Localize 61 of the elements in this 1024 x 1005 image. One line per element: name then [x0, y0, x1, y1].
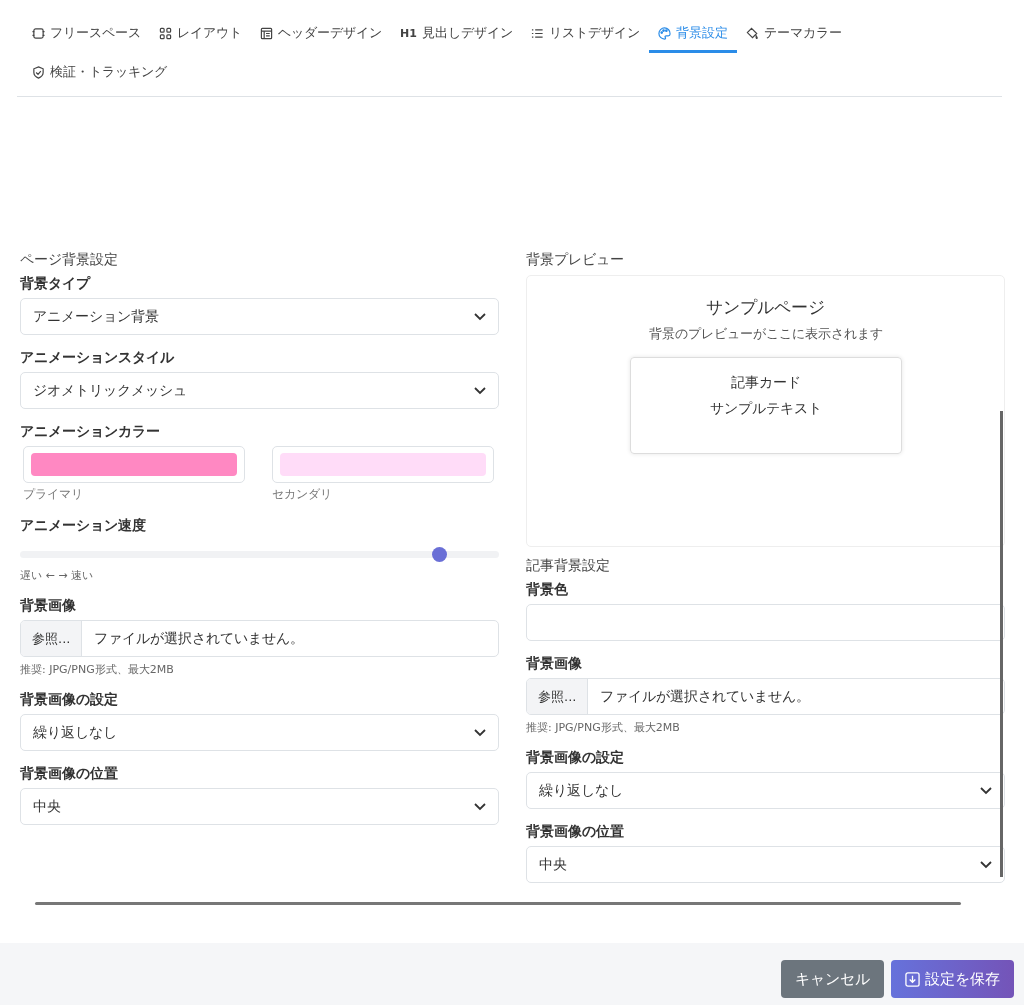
card-text: サンプルテキスト — [709, 400, 822, 418]
color-caption: プライマリ — [23, 486, 84, 503]
file-input[interactable]: 参照... ファイルが選択されていません。 — [20, 620, 499, 657]
file-hint: 推奨: JPG/PNG形式、最大2MB — [20, 662, 175, 677]
shield-check-icon — [32, 65, 45, 79]
paint-bucket-icon — [745, 26, 759, 40]
field-label: アニメーションカラー — [20, 423, 161, 441]
slider-thumb[interactable] — [432, 547, 448, 562]
card-title: 記事カード — [730, 374, 801, 392]
field-label: 背景タイプ — [20, 275, 92, 293]
color-picker[interactable] — [272, 446, 494, 483]
frame-icon — [32, 26, 45, 40]
cancel-button[interactable]: キャンセル — [781, 960, 884, 998]
tab[interactable]: 検証・トラッキング — [23, 57, 176, 92]
document-icon — [260, 26, 273, 40]
tab[interactable]: ヘッダーデザイン — [251, 18, 391, 53]
select-field[interactable]: 繰り返しなし — [20, 714, 499, 751]
field-label: 背景画像の位置 — [526, 823, 625, 841]
field-label: 背景色 — [526, 581, 569, 599]
input-field[interactable] — [526, 604, 1005, 641]
color-picker[interactable] — [23, 446, 245, 483]
chevron-down-icon — [474, 386, 486, 395]
grid-icon — [159, 26, 172, 40]
field-label: 背景画像の設定 — [20, 691, 119, 709]
chevron-down-icon — [980, 786, 992, 795]
chevron-down-icon — [474, 728, 486, 737]
tab[interactable]: 背景設定 — [648, 18, 737, 53]
tab[interactable]: テーマカラー — [736, 18, 851, 53]
section-title: 背景プレビュー — [526, 251, 625, 269]
file-hint: 推奨: JPG/PNG形式、最大2MB — [526, 720, 681, 735]
horizontal-scrollbar[interactable] — [35, 902, 961, 905]
field-label: 背景画像の位置 — [20, 765, 119, 783]
list-icon — [530, 26, 544, 40]
field-label: 背景画像 — [20, 597, 77, 615]
chevron-down-icon — [474, 312, 486, 321]
preview-heading: サンプルページ — [706, 296, 825, 319]
select-field[interactable]: 中央 — [20, 788, 499, 825]
tab[interactable]: フリースペース — [23, 18, 150, 53]
field-label: 背景画像の設定 — [526, 749, 625, 767]
tab[interactable]: リストデザイン — [521, 18, 649, 53]
save-button[interactable]: 設定を保存 — [891, 960, 1014, 998]
select-field[interactable]: ジオメトリックメッシュ — [20, 372, 499, 409]
chevron-down-icon — [980, 860, 992, 869]
tab[interactable]: H1 見出しデザイン — [391, 18, 522, 53]
slider-hint: 遅い ← → 速い — [20, 568, 94, 583]
select-field[interactable]: 中央 — [526, 846, 1005, 883]
field-label: アニメーション速度 — [20, 517, 147, 535]
select-field[interactable]: アニメーション背景 — [20, 298, 499, 335]
chevron-down-icon — [474, 802, 486, 811]
section-title: ページ背景設定 — [20, 251, 119, 269]
preview-subtitle: 背景のプレビューがここに表示されます — [648, 325, 883, 343]
palette-icon — [657, 26, 671, 40]
section-title: 記事背景設定 — [526, 557, 611, 575]
field-label: アニメーションスタイル — [20, 349, 175, 367]
download-icon — [905, 971, 920, 987]
select-field[interactable]: 繰り返しなし — [526, 772, 1005, 809]
tab[interactable]: レイアウト — [150, 18, 251, 53]
vertical-scrollbar[interactable] — [1000, 411, 1003, 877]
file-input[interactable]: 参照... ファイルが選択されていません。 — [526, 678, 1005, 715]
field-label: 背景画像 — [526, 655, 583, 673]
color-caption: セカンダリ — [272, 486, 333, 503]
